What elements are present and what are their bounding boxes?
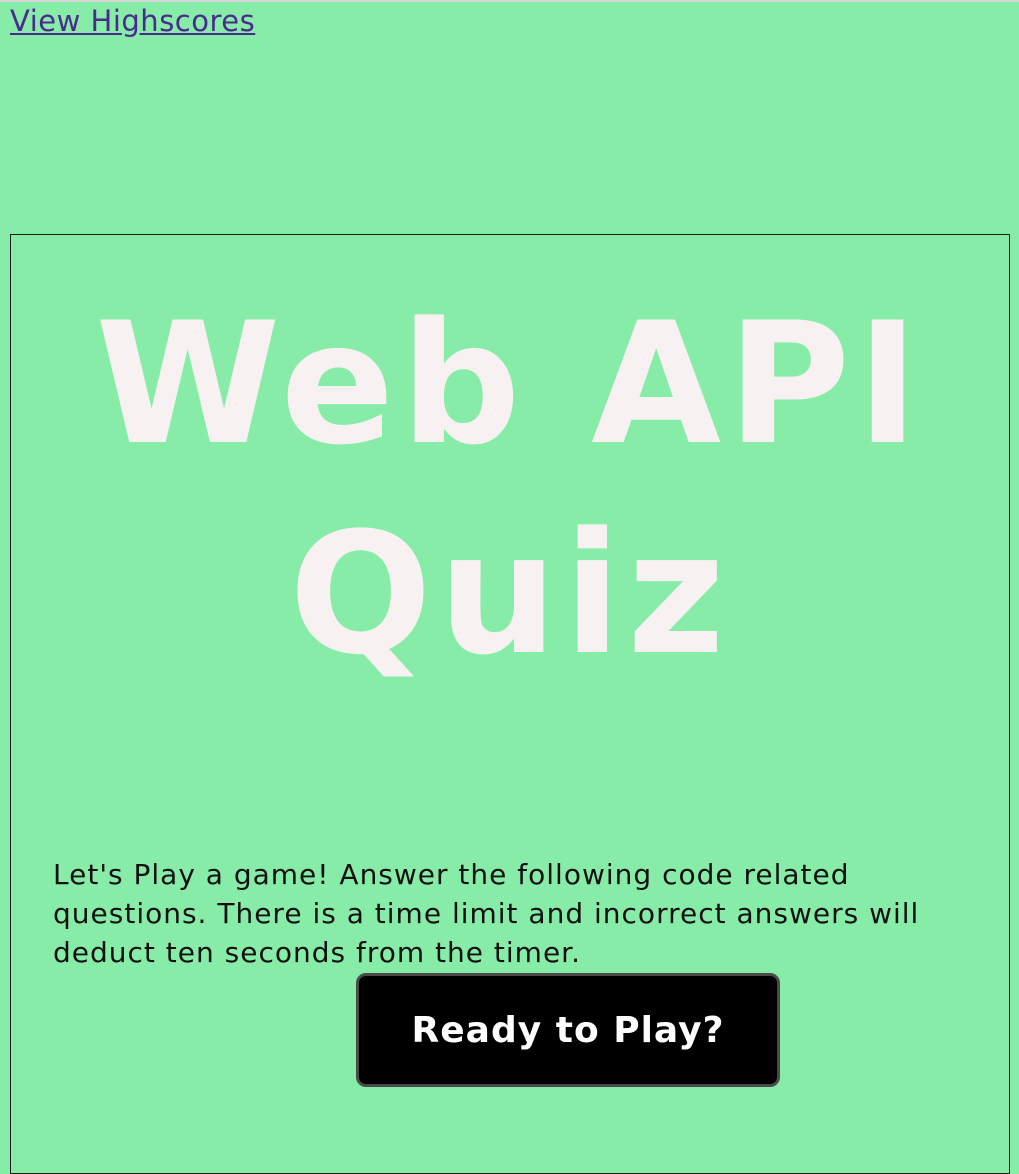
title-line-2: Quiz <box>289 496 731 692</box>
intro-text: Let's Play a game! Answer the following … <box>53 858 920 969</box>
quiz-start-panel: Web API Quiz Let's Play a game! Answer t… <box>10 234 1010 1174</box>
view-highscores-link[interactable]: View Highscores <box>10 4 255 38</box>
page-title: Web API Quiz <box>11 279 1009 699</box>
title-line-1: Web API <box>95 286 925 482</box>
ready-to-play-button[interactable]: Ready to Play? <box>356 973 780 1087</box>
